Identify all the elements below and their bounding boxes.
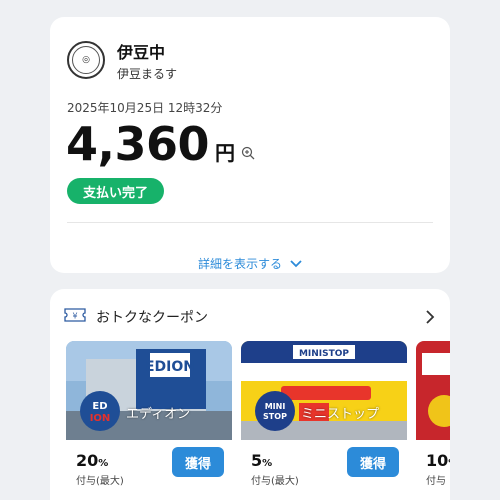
coupon-item[interactable]: MINISTOP MINI STOP ミニストップ 5% 付与(最大) 獲得 (241, 341, 407, 500)
get-coupon-button[interactable]: 獲得 (347, 447, 399, 477)
chevron-right-icon[interactable] (424, 309, 436, 324)
svg-text:STOP: STOP (263, 412, 287, 421)
coupon-percent: 5% (251, 451, 273, 470)
payment-datetime: 2025年10月25日 12時32分 (67, 101, 223, 115)
svg-text:ION: ION (90, 413, 111, 424)
amount-row: 4,360 円 (66, 121, 255, 167)
coupon-section: ¥ おトクなクーポン EDION ED ION エディオン 20% 付与(最大)… (50, 289, 450, 500)
coupon-ticket-icon: ¥ (64, 307, 86, 327)
coupon-note: 付与(最大) (76, 476, 124, 487)
zoom-in-icon[interactable] (241, 145, 255, 160)
store-subname: 伊豆まるす (117, 67, 178, 81)
store-logo: ◎ (67, 41, 105, 79)
payment-detail-screen: ◎ 伊豆中 伊豆まるす 2025年10月25日 12時32分 4,360 円 支… (0, 0, 500, 500)
brand-logo-edion: ED ION (80, 391, 120, 431)
coupon-percent: 10% (426, 451, 450, 470)
svg-text:MINISTOP: MINISTOP (299, 349, 349, 359)
show-details-label: 詳細を表示する (197, 257, 282, 271)
brand-name: ミニストップ (301, 407, 380, 422)
currency-unit: 円 (215, 141, 236, 165)
coupon-section-title: おトクなクーポン (96, 310, 208, 326)
coupon-header[interactable]: ¥ おトクなクーポン (64, 307, 208, 327)
brand-name: エディオン (126, 407, 191, 422)
status-badge: 支払い完了 (67, 178, 165, 204)
svg-text:MINI: MINI (265, 402, 286, 411)
brand-logo-ministop: MINI STOP (255, 391, 295, 431)
store-name: 伊豆中 (117, 43, 166, 62)
coupon-item[interactable]: EDION ED ION エディオン 20% 付与(最大) 獲得 (66, 341, 232, 500)
coupon-note: 付与(最大) (251, 476, 299, 487)
store-logo-mark: ◎ (72, 46, 100, 74)
svg-text:ED: ED (92, 401, 107, 412)
coupon-note: 付与 (426, 476, 446, 487)
svg-text:¥: ¥ (72, 312, 77, 321)
svg-text:EDION: EDION (145, 359, 195, 375)
divider (67, 222, 433, 223)
coupon-percent: 20% (76, 451, 109, 470)
show-details-link[interactable]: 詳細を表示する (50, 255, 450, 272)
chevron-down-icon (290, 257, 302, 271)
payment-amount: 4,360 (66, 117, 210, 171)
get-coupon-button[interactable]: 獲得 (172, 447, 224, 477)
coupon-image-third (416, 341, 450, 440)
coupon-item[interactable]: 10% 付与 (416, 341, 450, 500)
payment-card: ◎ 伊豆中 伊豆まるす 2025年10月25日 12時32分 4,360 円 支… (50, 17, 450, 273)
